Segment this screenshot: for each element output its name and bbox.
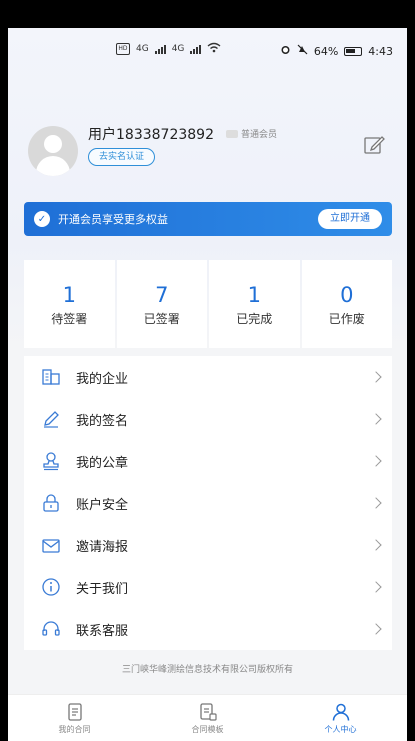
stat-label: 已签署 <box>143 311 180 326</box>
chevron-right-icon <box>370 497 382 509</box>
stat-pending[interactable]: 1 待签署 <box>24 260 115 348</box>
avatar-body <box>36 156 70 176</box>
battery-percent: 64% <box>313 44 339 58</box>
lock-icon <box>40 492 62 514</box>
chevron-right-icon <box>370 623 382 635</box>
stat-label: 已作废 <box>328 311 365 326</box>
mute-icon <box>297 44 308 58</box>
member-level: 普通会员 <box>226 127 277 140</box>
username: 用户18338723892 <box>88 127 214 143</box>
chevron-right-icon <box>370 581 382 593</box>
verify-identity-button[interactable]: 去实名认证 <box>88 148 156 166</box>
chevron-right-icon <box>370 413 382 425</box>
vip-badge-icon <box>226 129 238 138</box>
avatar[interactable] <box>28 126 78 176</box>
wifi-icon <box>207 42 221 56</box>
settings-menu: 我的企业 我的签名 我的公章 账户安全 邀请海报 关于我们 联系客服 <box>24 356 392 650</box>
menu-item-enterprise[interactable]: 我的企业 <box>24 356 392 398</box>
stat-value: 1 <box>62 282 76 307</box>
member-level-label: 普通会员 <box>241 130 278 140</box>
alarm-icon <box>280 44 291 58</box>
menu-item-label: 账户安全 <box>76 497 129 513</box>
battery-icon <box>344 46 363 56</box>
template-icon <box>198 702 218 722</box>
stat-value: 1 <box>247 282 261 307</box>
avatar-head <box>44 135 62 153</box>
stat-label: 已完成 <box>236 311 273 326</box>
menu-item-support[interactable]: 联系客服 <box>24 608 392 650</box>
menu-item-label: 我的公章 <box>76 455 129 471</box>
menu-item-label: 联系客服 <box>76 623 129 639</box>
network-1-label: 4G <box>136 44 149 54</box>
menu-item-seal[interactable]: 我的公章 <box>24 440 392 482</box>
tab-label: 个人中心 <box>324 724 357 734</box>
network-2-label: 4G <box>171 44 185 54</box>
bottom-tab-bar: 我的合同 合同模板 个人中心 <box>8 694 407 741</box>
chevron-right-icon <box>370 455 382 467</box>
tab-personal-center[interactable]: 个人中心 <box>274 695 407 741</box>
signal-2-icon <box>190 44 202 54</box>
stat-completed[interactable]: 1 已完成 <box>209 260 300 348</box>
menu-item-label: 我的签名 <box>76 413 129 429</box>
vip-banner-text: 开通会员享受更多权益 <box>58 213 168 226</box>
menu-item-label: 邀请海报 <box>76 539 129 555</box>
info-icon <box>40 576 62 598</box>
contract-stats: 1 待签署 7 已签署 1 已完成 0 已作废 <box>24 260 392 348</box>
menu-item-about[interactable]: 关于我们 <box>24 566 392 608</box>
chevron-right-icon <box>370 539 382 551</box>
vip-check-icon: ✓ <box>34 211 50 227</box>
tab-my-contracts[interactable]: 我的合同 <box>8 695 141 741</box>
vip-banner[interactable]: ✓ 开通会员享受更多权益 立即开通 <box>24 202 392 236</box>
stat-label: 待签署 <box>51 311 88 326</box>
status-bar: HD 4G 4G 64% 4:43 <box>8 28 407 74</box>
copyright-text: 三门峡华峰测绘信息技术有限公司版权所有 <box>121 665 293 675</box>
stamp-icon <box>40 450 62 472</box>
tab-templates[interactable]: 合同模板 <box>141 695 274 741</box>
building-icon <box>40 366 62 388</box>
stat-value: 7 <box>155 282 169 307</box>
signal-group: HD 4G 4G <box>116 42 221 56</box>
menu-item-label: 关于我们 <box>76 581 129 597</box>
menu-item-security[interactable]: 账户安全 <box>24 482 392 524</box>
open-vip-button[interactable]: 立即开通 <box>318 209 382 229</box>
clock: 4:43 <box>368 44 393 58</box>
stat-voided[interactable]: 0 已作废 <box>301 260 392 348</box>
app-screen: HD 4G 4G 64% 4:43 用户18338723892 普通会员 去实名… <box>8 28 407 741</box>
headset-icon <box>40 618 62 640</box>
chevron-right-icon <box>370 371 382 383</box>
envelope-icon <box>40 534 62 556</box>
signal-1-icon <box>154 44 166 54</box>
pen-icon <box>40 408 62 430</box>
tab-label: 我的合同 <box>58 724 91 734</box>
sim-1-icon: HD <box>116 43 130 55</box>
tab-label: 合同模板 <box>191 724 224 734</box>
menu-item-signature[interactable]: 我的签名 <box>24 398 392 440</box>
stat-signed[interactable]: 7 已签署 <box>116 260 207 348</box>
user-icon <box>331 702 351 722</box>
menu-item-label: 我的企业 <box>76 371 129 387</box>
stat-value: 0 <box>340 282 354 307</box>
menu-item-invite-poster[interactable]: 邀请海报 <box>24 524 392 566</box>
contract-icon <box>65 702 85 722</box>
status-right: 64% 4:43 <box>280 44 393 58</box>
edit-icon[interactable] <box>363 134 385 156</box>
